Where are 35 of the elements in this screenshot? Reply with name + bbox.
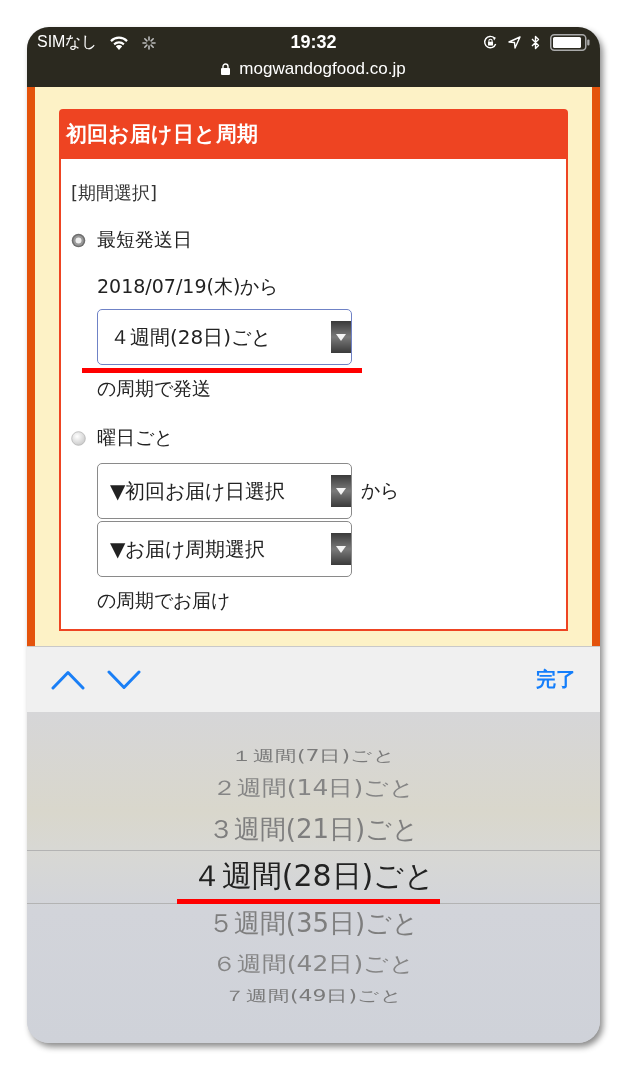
location-arrow-icon (508, 36, 521, 49)
picker-option[interactable]: ６週間(42日)ごと (211, 947, 416, 981)
previous-field-button[interactable] (51, 669, 85, 690)
chevron-down-icon (107, 669, 141, 690)
option-text: から (361, 478, 399, 503)
option-text: の周期でお届け (97, 588, 231, 613)
picker-option[interactable]: ７週間(49日)ごと (223, 986, 404, 1006)
carrier-label: SIMなし (37, 32, 98, 52)
dropdown-select[interactable]: ▼初回お届け日選択 (97, 463, 352, 519)
period-label: [期間選択] (71, 181, 159, 205)
picker-option[interactable]: ４週間(28日)ごと (191, 851, 436, 901)
radio-button[interactable] (71, 232, 86, 248)
wifi-icon (109, 35, 130, 50)
option-text: 2018/07/19(木)から (97, 274, 280, 299)
option-text: の周期で発送 (97, 376, 212, 401)
lock-icon (221, 63, 231, 75)
picker-option[interactable]: ５週間(35日)ごと (207, 901, 420, 945)
picker-option[interactable]: ２週間(14日)ごと (211, 771, 416, 805)
loading-spinner-icon (142, 35, 157, 50)
picker-option[interactable]: ３週間(21日)ごと (207, 807, 420, 851)
option-label: 曜日ごと (97, 425, 173, 450)
battery-icon (550, 34, 590, 51)
section-header: 初回お届け日と周期 (59, 109, 568, 159)
next-field-button[interactable] (107, 669, 141, 690)
picker-option[interactable]: １週間(7日)ごと (230, 746, 397, 766)
option-label: 最短発送日 (97, 227, 192, 252)
done-button[interactable]: 完了 (536, 666, 576, 693)
address-bar[interactable]: mogwandogfood.co.jp (221, 59, 406, 79)
rotation-lock-icon (483, 35, 498, 50)
dropdown-select[interactable]: ▼お届け周期選択 (97, 521, 352, 577)
bluetooth-icon (531, 35, 540, 50)
radio-button[interactable] (71, 430, 86, 446)
clock-time: 19:32 (290, 32, 337, 53)
dropdown-select[interactable]: ４週間(28日)ごと (97, 309, 352, 365)
chevron-up-icon (51, 669, 85, 690)
